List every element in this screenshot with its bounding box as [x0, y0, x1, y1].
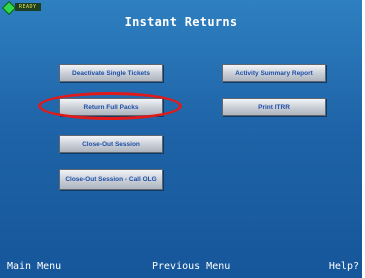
close-out-session-call-olg-button[interactable]: Close-Out Session - Call OLG [59, 169, 163, 190]
return-full-packs-button[interactable]: Return Full Packs [59, 98, 163, 116]
status-led-icon [1, 0, 17, 16]
terminal-screen: READY Instant Returns Deactivate Single … [0, 0, 362, 278]
previous-menu-link[interactable]: Previous Menu [152, 261, 230, 272]
status-badge: READY [15, 3, 41, 11]
help-link[interactable]: Help? [329, 261, 359, 272]
close-out-session-button[interactable]: Close-Out Session [59, 135, 163, 153]
activity-summary-report-button[interactable]: Activity Summary Report [222, 64, 326, 82]
deactivate-single-tickets-button[interactable]: Deactivate Single Tickets [59, 64, 163, 82]
print-itrr-button[interactable]: Print ITRR [222, 98, 326, 116]
page-title: Instant Returns [124, 15, 238, 29]
main-menu-link[interactable]: Main Menu [7, 261, 61, 272]
